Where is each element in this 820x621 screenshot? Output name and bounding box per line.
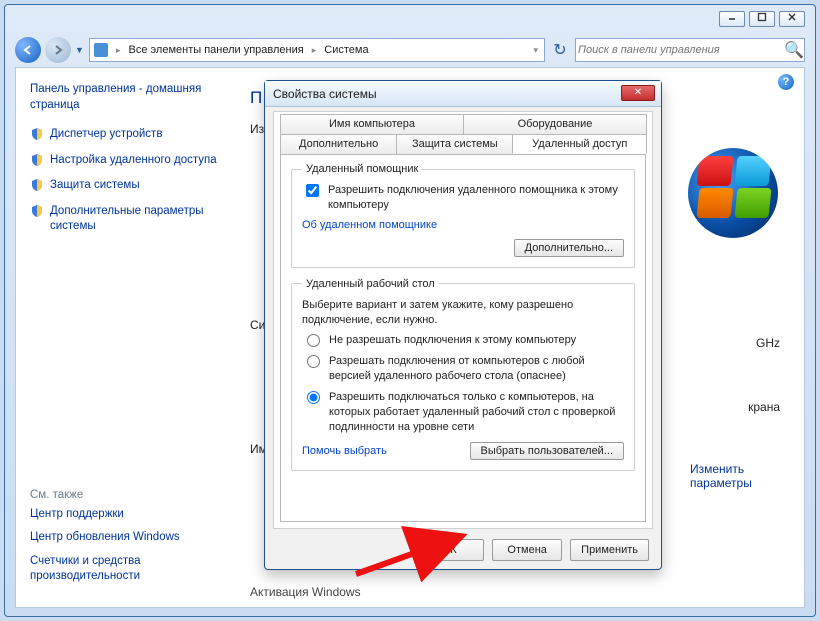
sidebar-item-system-protection[interactable]: Защита системы	[30, 178, 222, 194]
see-also-section: См. также Центр поддержки Центр обновлен…	[30, 489, 218, 593]
breadcrumb-dropdown-icon[interactable]: ▾	[531, 45, 540, 56]
rdp-option-nla-only[interactable]: Разрешить подключаться только с компьюте…	[302, 390, 624, 435]
address-toolbar: ▼ ▸ Все элементы панели управления ▸ Сис…	[15, 35, 805, 65]
cancel-button[interactable]: Отмена	[492, 539, 562, 561]
dialog-titlebar[interactable]: Свойства системы ✕	[265, 81, 661, 107]
rdp-option-any-version[interactable]: Разрешать подключения от компьютеров с л…	[302, 354, 624, 384]
rdp-radio-deny[interactable]	[307, 334, 320, 347]
window-controls	[719, 11, 805, 27]
spec-value-fragment: GHz	[756, 336, 780, 350]
shield-icon	[30, 153, 44, 167]
remote-desktop-group: Удаленный рабочий стол Выберите вариант …	[291, 278, 635, 472]
rdp-radio-any[interactable]	[307, 355, 320, 368]
tab-computer-name[interactable]: Имя компьютера	[280, 114, 464, 134]
sidebar-home-link[interactable]: Панель управления - домашняя страница	[30, 82, 222, 113]
search-input[interactable]	[576, 43, 784, 57]
sidebar-item-label: Защита системы	[50, 178, 140, 194]
see-also-header: См. также	[30, 489, 218, 501]
sidebar-item-label: Диспетчер устройств	[50, 127, 162, 143]
main-row-label: Из	[250, 122, 264, 136]
nav-forward-button[interactable]	[45, 37, 71, 63]
windows-logo	[688, 148, 778, 238]
dialog-close-button[interactable]: ✕	[621, 85, 655, 101]
group-legend: Удаленный помощник	[302, 163, 422, 175]
remote-assistance-group: Удаленный помощник Разрешить подключения…	[291, 163, 635, 268]
see-also-performance-tools[interactable]: Счетчики и средства производительности	[30, 554, 218, 585]
radio-label: Не разрешать подключения к этому компьют…	[329, 333, 576, 348]
shield-icon	[30, 178, 44, 192]
see-also-windows-update[interactable]: Центр обновления Windows	[30, 530, 218, 546]
see-also-action-center[interactable]: Центр поддержки	[30, 507, 218, 523]
page-title: П	[250, 88, 262, 108]
group-legend: Удаленный рабочий стол	[302, 278, 439, 290]
checkbox-label: Разрешить подключения удаленного помощни…	[328, 183, 624, 213]
tab-remote[interactable]: Удаленный доступ	[512, 134, 647, 154]
spec-value-fragment: крана	[748, 400, 780, 414]
nav-history-dropdown[interactable]: ▼	[75, 45, 85, 55]
sidebar: Панель управления - домашняя страница Ди…	[16, 68, 226, 607]
sidebar-item-label: Дополнительные параметры системы	[50, 204, 222, 235]
maximize-button[interactable]	[749, 11, 775, 27]
select-users-button[interactable]: Выбрать пользователей...	[470, 442, 625, 460]
refresh-button[interactable]: ↻	[549, 40, 571, 60]
rdp-radio-nla[interactable]	[307, 391, 320, 404]
close-button[interactable]	[779, 11, 805, 27]
tab-strip: Имя компьютера Оборудование Дополнительн…	[274, 112, 652, 156]
about-remote-assistance-link[interactable]: Об удаленном помощнике	[302, 219, 437, 231]
rdp-option-deny[interactable]: Не разрешать подключения к этому компьют…	[302, 333, 624, 348]
chevron-right-icon: ▸	[310, 45, 319, 56]
sidebar-item-advanced-system-settings[interactable]: Дополнительные параметры системы	[30, 204, 222, 235]
tab-hardware[interactable]: Оборудование	[463, 114, 647, 134]
chevron-right-icon: ▸	[114, 45, 123, 56]
ok-button[interactable]: ОК	[414, 539, 484, 561]
tab-remote-pane: Удаленный помощник Разрешить подключения…	[280, 154, 646, 522]
search-icon: 🔍	[784, 40, 804, 60]
radio-label: Разрешать подключения от компьютеров с л…	[329, 354, 624, 384]
control-panel-icon	[94, 43, 108, 57]
breadcrumb-segment[interactable]: Система	[324, 44, 368, 56]
sidebar-item-device-manager[interactable]: Диспетчер устройств	[30, 127, 222, 143]
system-properties-dialog: Свойства системы ✕ Имя компьютера Оборуд…	[264, 80, 662, 570]
rdp-instruction: Выберите вариант и затем укажите, кому р…	[302, 298, 624, 328]
sidebar-item-remote-settings[interactable]: Настройка удаленного доступа	[30, 153, 222, 169]
radio-label: Разрешить подключаться только с компьюте…	[329, 390, 624, 435]
breadcrumb-segment[interactable]: Все элементы панели управления	[129, 44, 304, 56]
dialog-footer: ОК Отмена Применить	[414, 539, 649, 561]
shield-icon	[30, 127, 44, 141]
breadcrumb[interactable]: ▸ Все элементы панели управления ▸ Систе…	[89, 38, 545, 62]
dialog-title: Свойства системы	[273, 87, 377, 101]
dialog-body: Имя компьютера Оборудование Дополнительн…	[273, 111, 653, 529]
activation-header: Активация Windows	[250, 585, 361, 599]
minimize-button[interactable]	[719, 11, 745, 27]
sidebar-item-label: Настройка удаленного доступа	[50, 153, 217, 169]
tab-advanced[interactable]: Дополнительно	[280, 134, 397, 154]
change-settings-link[interactable]: Изменить параметры	[690, 462, 780, 490]
help-me-choose-link[interactable]: Помочь выбрать	[302, 445, 387, 457]
shield-icon	[30, 204, 44, 218]
allow-remote-assistance-row[interactable]: Разрешить подключения удаленного помощни…	[302, 183, 624, 213]
tab-system-protection[interactable]: Защита системы	[396, 134, 513, 154]
allow-remote-assistance-checkbox[interactable]	[306, 184, 319, 197]
apply-button[interactable]: Применить	[570, 539, 649, 561]
search-box[interactable]: 🔍	[575, 38, 805, 62]
remote-assistance-advanced-button[interactable]: Дополнительно...	[514, 239, 624, 257]
nav-back-button[interactable]	[15, 37, 41, 63]
